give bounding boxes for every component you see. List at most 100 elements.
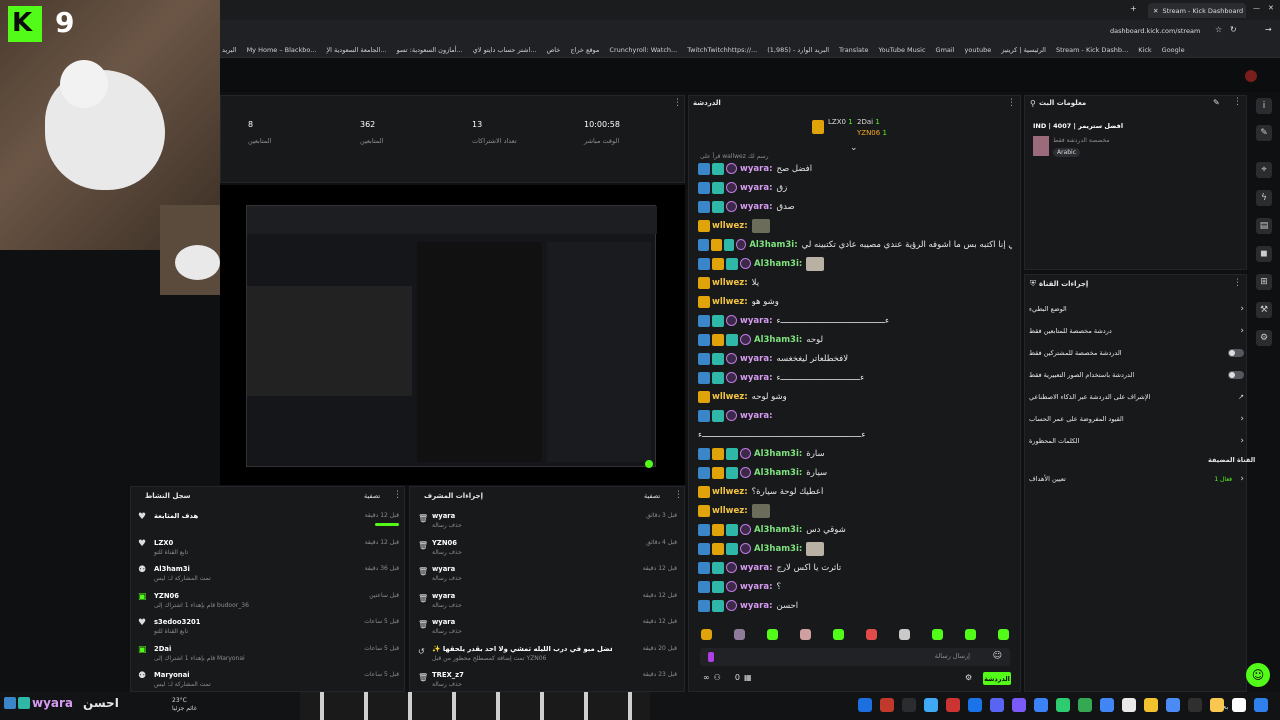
bookmark-item[interactable]: Kick [1138, 46, 1151, 54]
new-tab-icon[interactable]: + [1130, 4, 1137, 13]
chat-message[interactable]: Al3ham3i:في شي إنا اكتبه بس ما اشوفه الر… [698, 235, 1012, 254]
chat-message[interactable]: wyara: ءـــــــــــــــــــــــــــــــــ… [698, 311, 889, 330]
chat-message[interactable]: Al3ham3i: لوحه [698, 330, 823, 349]
chat-username[interactable]: Al3ham3i [754, 449, 799, 459]
bookmark-item[interactable]: My Home – Blackbo... [247, 46, 317, 54]
chevron-down-icon[interactable]: ⌄ [850, 143, 858, 153]
emote-icon[interactable] [734, 629, 745, 640]
moderation-filter[interactable]: تصفية [644, 492, 660, 500]
taskbar-app-icon[interactable] [1078, 698, 1092, 712]
mic-icon[interactable] [708, 652, 714, 662]
chat-username[interactable]: Al3ham3i [754, 259, 799, 269]
activity-item[interactable]: s3edoo3201 تابع القناة للتو قبل 5 ساعات [154, 618, 399, 635]
chat-username[interactable]: Al3ham3i [754, 335, 799, 345]
chat-username[interactable]: Al3ham3i [754, 468, 799, 478]
taskbar-app-icon[interactable] [1100, 698, 1114, 712]
chat-username[interactable]: wllwez [712, 506, 744, 516]
toggle-switch[interactable] [1228, 349, 1244, 357]
chat-message[interactable]: wyara: احسن [698, 596, 798, 615]
tab-kick-dashboard[interactable]: ✕ Stream - Kick Dashboard [1148, 3, 1246, 18]
chat-message[interactable]: wllwez: أعطيك لوحة سيارة؟ [698, 482, 823, 501]
emote-icon[interactable] [701, 629, 712, 640]
chat-message[interactable]: Al3ham3i: سارة [698, 444, 825, 463]
emote-icon[interactable] [965, 629, 976, 640]
pen-icon[interactable]: ✎ [1256, 125, 1272, 141]
copy-icon[interactable]: ▤ [1256, 218, 1272, 234]
activity-filter[interactable]: تصفية [364, 492, 380, 500]
taskbar-app-icon[interactable] [924, 698, 938, 712]
chat-username[interactable]: wyara [740, 411, 769, 421]
chat-username[interactable]: Al3ham3i [749, 240, 794, 250]
bookmark-item[interactable]: الرئيسية | كريتيز [1001, 46, 1046, 54]
taskbar-app-icon[interactable] [968, 698, 982, 712]
chat-message[interactable]: wllwez: وشو لوحه [698, 387, 787, 406]
reload-icon[interactable]: ↻ [1230, 25, 1237, 34]
more-icon[interactable]: ⋮ [673, 98, 682, 108]
taskbar-app-icon[interactable] [1188, 698, 1202, 712]
chat-username[interactable]: wllwez [712, 487, 744, 497]
channel-actions-more-icon[interactable]: ⋮ [1233, 278, 1242, 288]
chat-username[interactable]: wyara [740, 373, 769, 383]
chat-more-icon[interactable]: ⋮ [1007, 98, 1016, 108]
bookmark-item[interactable]: أمازون السعودية: تسو... [397, 46, 463, 54]
gear-icon[interactable]: ⚙ [965, 673, 972, 682]
settings-icon[interactable]: ▦ [744, 673, 752, 682]
bookmark-item[interactable]: Stream - Kick Dashb... [1056, 46, 1128, 54]
bookmark-item[interactable]: Translate [839, 46, 869, 54]
people-icon[interactable]: ⚇ [714, 673, 721, 682]
taskbar-app-icon[interactable] [946, 698, 960, 712]
channel-action-item[interactable]: الدردشة مخصصة للمشتركين فقط [1029, 346, 1244, 360]
chat-username[interactable]: Al3ham3i [754, 525, 799, 535]
set-goals-row[interactable]: تعيين الأهداف فعال 1 › [1029, 472, 1244, 486]
chat-message[interactable]: Al3ham3i: سيارة [698, 463, 827, 482]
link-icon[interactable]: ∞ [703, 673, 710, 682]
taskbar-app-icon[interactable] [1210, 698, 1224, 712]
bookmark-star-icon[interactable]: ☆ [1215, 25, 1222, 34]
chat-message[interactable]: Al3ham3i: شوقي دس [698, 520, 846, 539]
bookmark-item[interactable]: youtube [965, 46, 992, 54]
taskbar-app-icon[interactable] [1034, 698, 1048, 712]
bookmark-item[interactable]: Google [1162, 46, 1185, 54]
chat-username[interactable]: wyara [740, 183, 769, 193]
taskbar-app-icon[interactable] [1232, 698, 1246, 712]
chat-username[interactable]: wllwez [712, 392, 744, 402]
target-icon[interactable]: ⌖ [1256, 162, 1272, 178]
minimize-icon[interactable]: — [1253, 4, 1260, 12]
moderation-item[interactable]: wyara حذف رسالة قبل 12 دقيقة [432, 565, 677, 582]
chat-message[interactable]: wyara: صدق [698, 197, 795, 216]
chat-message[interactable]: wllwez: يلا [698, 273, 759, 292]
chat-username[interactable]: wyara [740, 164, 769, 174]
channel-action-item[interactable]: دردشة مخصصة للمتابعين فقط › [1029, 324, 1244, 338]
moderation-more-icon[interactable]: ⋮ [674, 490, 683, 500]
taskbar-app-icon[interactable] [1254, 698, 1268, 712]
chat-message[interactable]: wyara: افضل صح [698, 159, 812, 178]
stream-preview[interactable] [220, 185, 685, 485]
bookmark-item[interactable]: اشتر حساب دايتو لاي... [473, 46, 537, 54]
bookmark-item[interactable]: موقع خراج [570, 46, 599, 54]
taskbar-app-icon[interactable] [990, 698, 1004, 712]
emote-icon[interactable] [866, 629, 877, 640]
chat-username[interactable]: wyara [740, 582, 769, 592]
chat-username[interactable]: wllwez [712, 221, 744, 231]
chat-message[interactable]: wyara: زق [698, 178, 787, 197]
bolt-icon[interactable]: ϟ [1256, 190, 1272, 206]
bookmark-item[interactable]: Gmail [936, 46, 955, 54]
toggle-switch[interactable] [1228, 371, 1244, 379]
activity-item[interactable]: 2Dai قام بإهداء 1 اشتراك إلى Maryonai قبل … [154, 645, 399, 662]
bookmark-item[interactable]: الجامعة السعودية الإ... [326, 46, 386, 54]
activity-item[interactable]: هدف المتابعة قبل 12 دقيقة [154, 512, 399, 526]
bookmark-item[interactable]: البريد [222, 46, 237, 54]
channel-action-item[interactable]: الكلمات المحظورة › [1029, 434, 1244, 448]
chat-message[interactable]: wyara: لافخطلعاتر ليغخغسه [698, 349, 848, 368]
emote-icon[interactable] [932, 629, 943, 640]
chat-message[interactable]: wllwez: [698, 216, 770, 235]
channel-action-item[interactable]: الإشراف على الدردشة عبر الذكاء الاصطناعي… [1029, 390, 1244, 404]
moderation-item[interactable]: wyara حذف رسالة قبل 12 دقيقة [432, 618, 677, 635]
grid-icon[interactable]: ⊞ [1256, 274, 1272, 290]
chat-username[interactable]: wyara [740, 354, 769, 364]
info-icon[interactable]: i [1256, 98, 1272, 114]
channel-action-item[interactable]: القيود المفروضة على عمر الحساب › [1029, 412, 1244, 426]
activity-more-icon[interactable]: ⋮ [393, 490, 402, 500]
taskbar-app-icon[interactable] [1166, 698, 1180, 712]
chat-username[interactable]: wyara [740, 202, 769, 212]
